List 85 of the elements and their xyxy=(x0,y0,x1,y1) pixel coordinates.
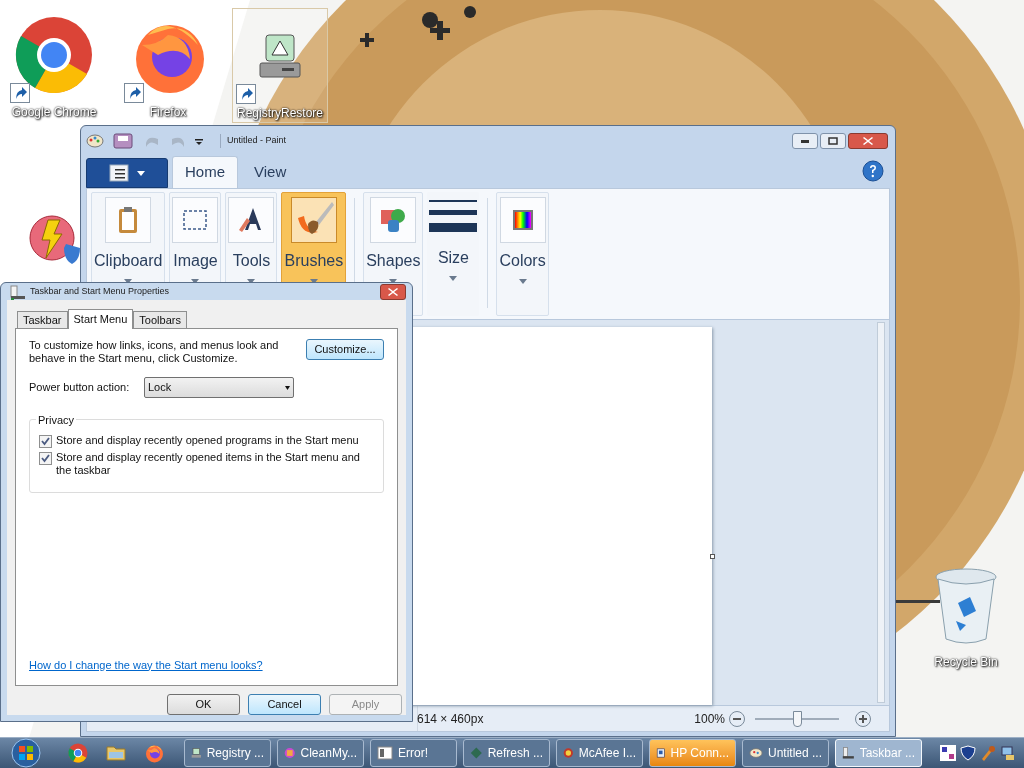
app-icon[interactable] xyxy=(14,14,94,95)
app-icon xyxy=(563,745,574,761)
start-orb-icon xyxy=(9,738,43,768)
dialog-button[interactable]: OK xyxy=(167,694,240,715)
app-icon[interactable] xyxy=(144,743,164,763)
description-text: To customize how links, icons, and menus look and behave in the Start menu, click Customize. xyxy=(29,339,280,365)
help-icon[interactable] xyxy=(862,160,884,182)
app-icon xyxy=(749,745,763,761)
app-icon xyxy=(842,745,855,761)
caret-icon xyxy=(137,170,145,176)
shield-icon[interactable] xyxy=(960,745,976,761)
ribbon-tab[interactable]: View xyxy=(242,156,299,188)
power-button-label: Power button action: xyxy=(29,380,131,396)
app-icon xyxy=(284,745,296,761)
app-menu-button[interactable] xyxy=(86,158,168,188)
grid-icon[interactable] xyxy=(940,745,956,761)
power-action-dropdown[interactable]: Lock xyxy=(144,377,294,398)
app-icon xyxy=(470,745,483,761)
taskbar-button[interactable]: CleanMy... xyxy=(277,739,364,767)
ribbon-group-label: Clipboard xyxy=(94,251,163,271)
ribbon-tab[interactable]: Home xyxy=(172,156,238,188)
colors-icon xyxy=(510,208,535,232)
desktop-icon[interactable]: Google Chrome xyxy=(6,6,102,121)
maximize-button[interactable] xyxy=(820,133,846,149)
save-icon[interactable] xyxy=(110,133,136,149)
caret-icon xyxy=(247,279,256,284)
ribbon-group-label: Size xyxy=(437,248,469,268)
caret-icon xyxy=(124,279,133,284)
document-icon xyxy=(109,164,129,182)
window-icon xyxy=(377,745,393,761)
app-icon xyxy=(191,745,202,761)
caret-icon xyxy=(309,279,318,284)
zoom-slider-thumb[interactable] xyxy=(793,710,802,727)
desktop-icon[interactable]: Firefox xyxy=(120,6,216,121)
close-icon xyxy=(388,287,398,296)
dialog-tab[interactable]: Start Menu xyxy=(67,309,134,329)
palette-icon[interactable] xyxy=(86,133,104,149)
app-icon xyxy=(656,745,666,761)
caret-icon xyxy=(449,276,458,281)
ribbon-group-label: Brushes xyxy=(284,251,344,271)
taskbar-button[interactable]: Refresh ... xyxy=(463,739,550,767)
dialog-tab[interactable]: Taskbar xyxy=(17,311,68,328)
zoom-percent: 100% xyxy=(694,710,725,728)
checkbox-label: Store and display recently opened items in the Start menu and the taskbar xyxy=(56,451,361,477)
minimize-icon xyxy=(801,139,809,143)
plus-icon xyxy=(859,714,867,723)
maximize-icon xyxy=(828,137,838,145)
dialog-button[interactable]: Cancel xyxy=(248,694,321,715)
window-title: Untitled - Paint xyxy=(220,134,287,148)
checkbox[interactable] xyxy=(39,435,52,448)
checkbox-label: Store and display recently opened programs in the Start menu xyxy=(56,434,360,447)
ribbon-group-label: Image xyxy=(173,251,218,271)
taskbar-button[interactable]: Registry ... xyxy=(184,739,271,767)
caret-icon xyxy=(191,279,200,284)
minus-icon xyxy=(733,717,741,720)
customize-button[interactable]: Customize... xyxy=(306,339,384,360)
close-button[interactable] xyxy=(848,133,888,149)
desktop-icon-label: Google Chrome xyxy=(11,104,97,121)
ribbon-group-label: Colors xyxy=(499,251,546,271)
dialog-tab[interactable]: Toolbars xyxy=(133,311,187,328)
ribbon-group-button[interactable]: Colors xyxy=(496,192,549,316)
taskbar-button[interactable]: Untitled ... xyxy=(742,739,829,767)
ribbon-group-label: Tools xyxy=(232,251,271,271)
folder-icon[interactable] xyxy=(106,744,126,762)
checkbox[interactable] xyxy=(39,452,52,465)
taskbar-button[interactable]: McAfee I... xyxy=(556,739,643,767)
lightning-shield-icon[interactable] xyxy=(28,214,82,266)
desktop-icon-label: Firefox xyxy=(149,104,187,121)
close-icon xyxy=(863,137,873,145)
help-link[interactable]: How do I change the way the Start menu looks? xyxy=(29,656,384,673)
minimize-button[interactable] xyxy=(792,133,818,149)
caret-icon xyxy=(518,279,527,284)
canvas-size-text: 614 × 460px xyxy=(417,710,484,728)
desktop-icon-label: Recycle Bin xyxy=(934,654,998,671)
customize-toolbar-icon[interactable] xyxy=(194,136,204,146)
ribbon-group-label: Shapes xyxy=(366,251,421,271)
taskbar-button[interactable]: Error! xyxy=(370,739,457,767)
close-button[interactable] xyxy=(380,283,406,300)
dropdown-arrow-icon xyxy=(285,385,290,390)
vertical-scrollbar[interactable] xyxy=(877,322,885,703)
desktop-icon[interactable]: Recycle Bin xyxy=(918,556,1014,671)
app-icon[interactable] xyxy=(68,743,88,763)
network-icon[interactable] xyxy=(1000,745,1016,761)
zoom-slider[interactable] xyxy=(753,710,841,727)
computer-icon[interactable] xyxy=(258,32,302,81)
